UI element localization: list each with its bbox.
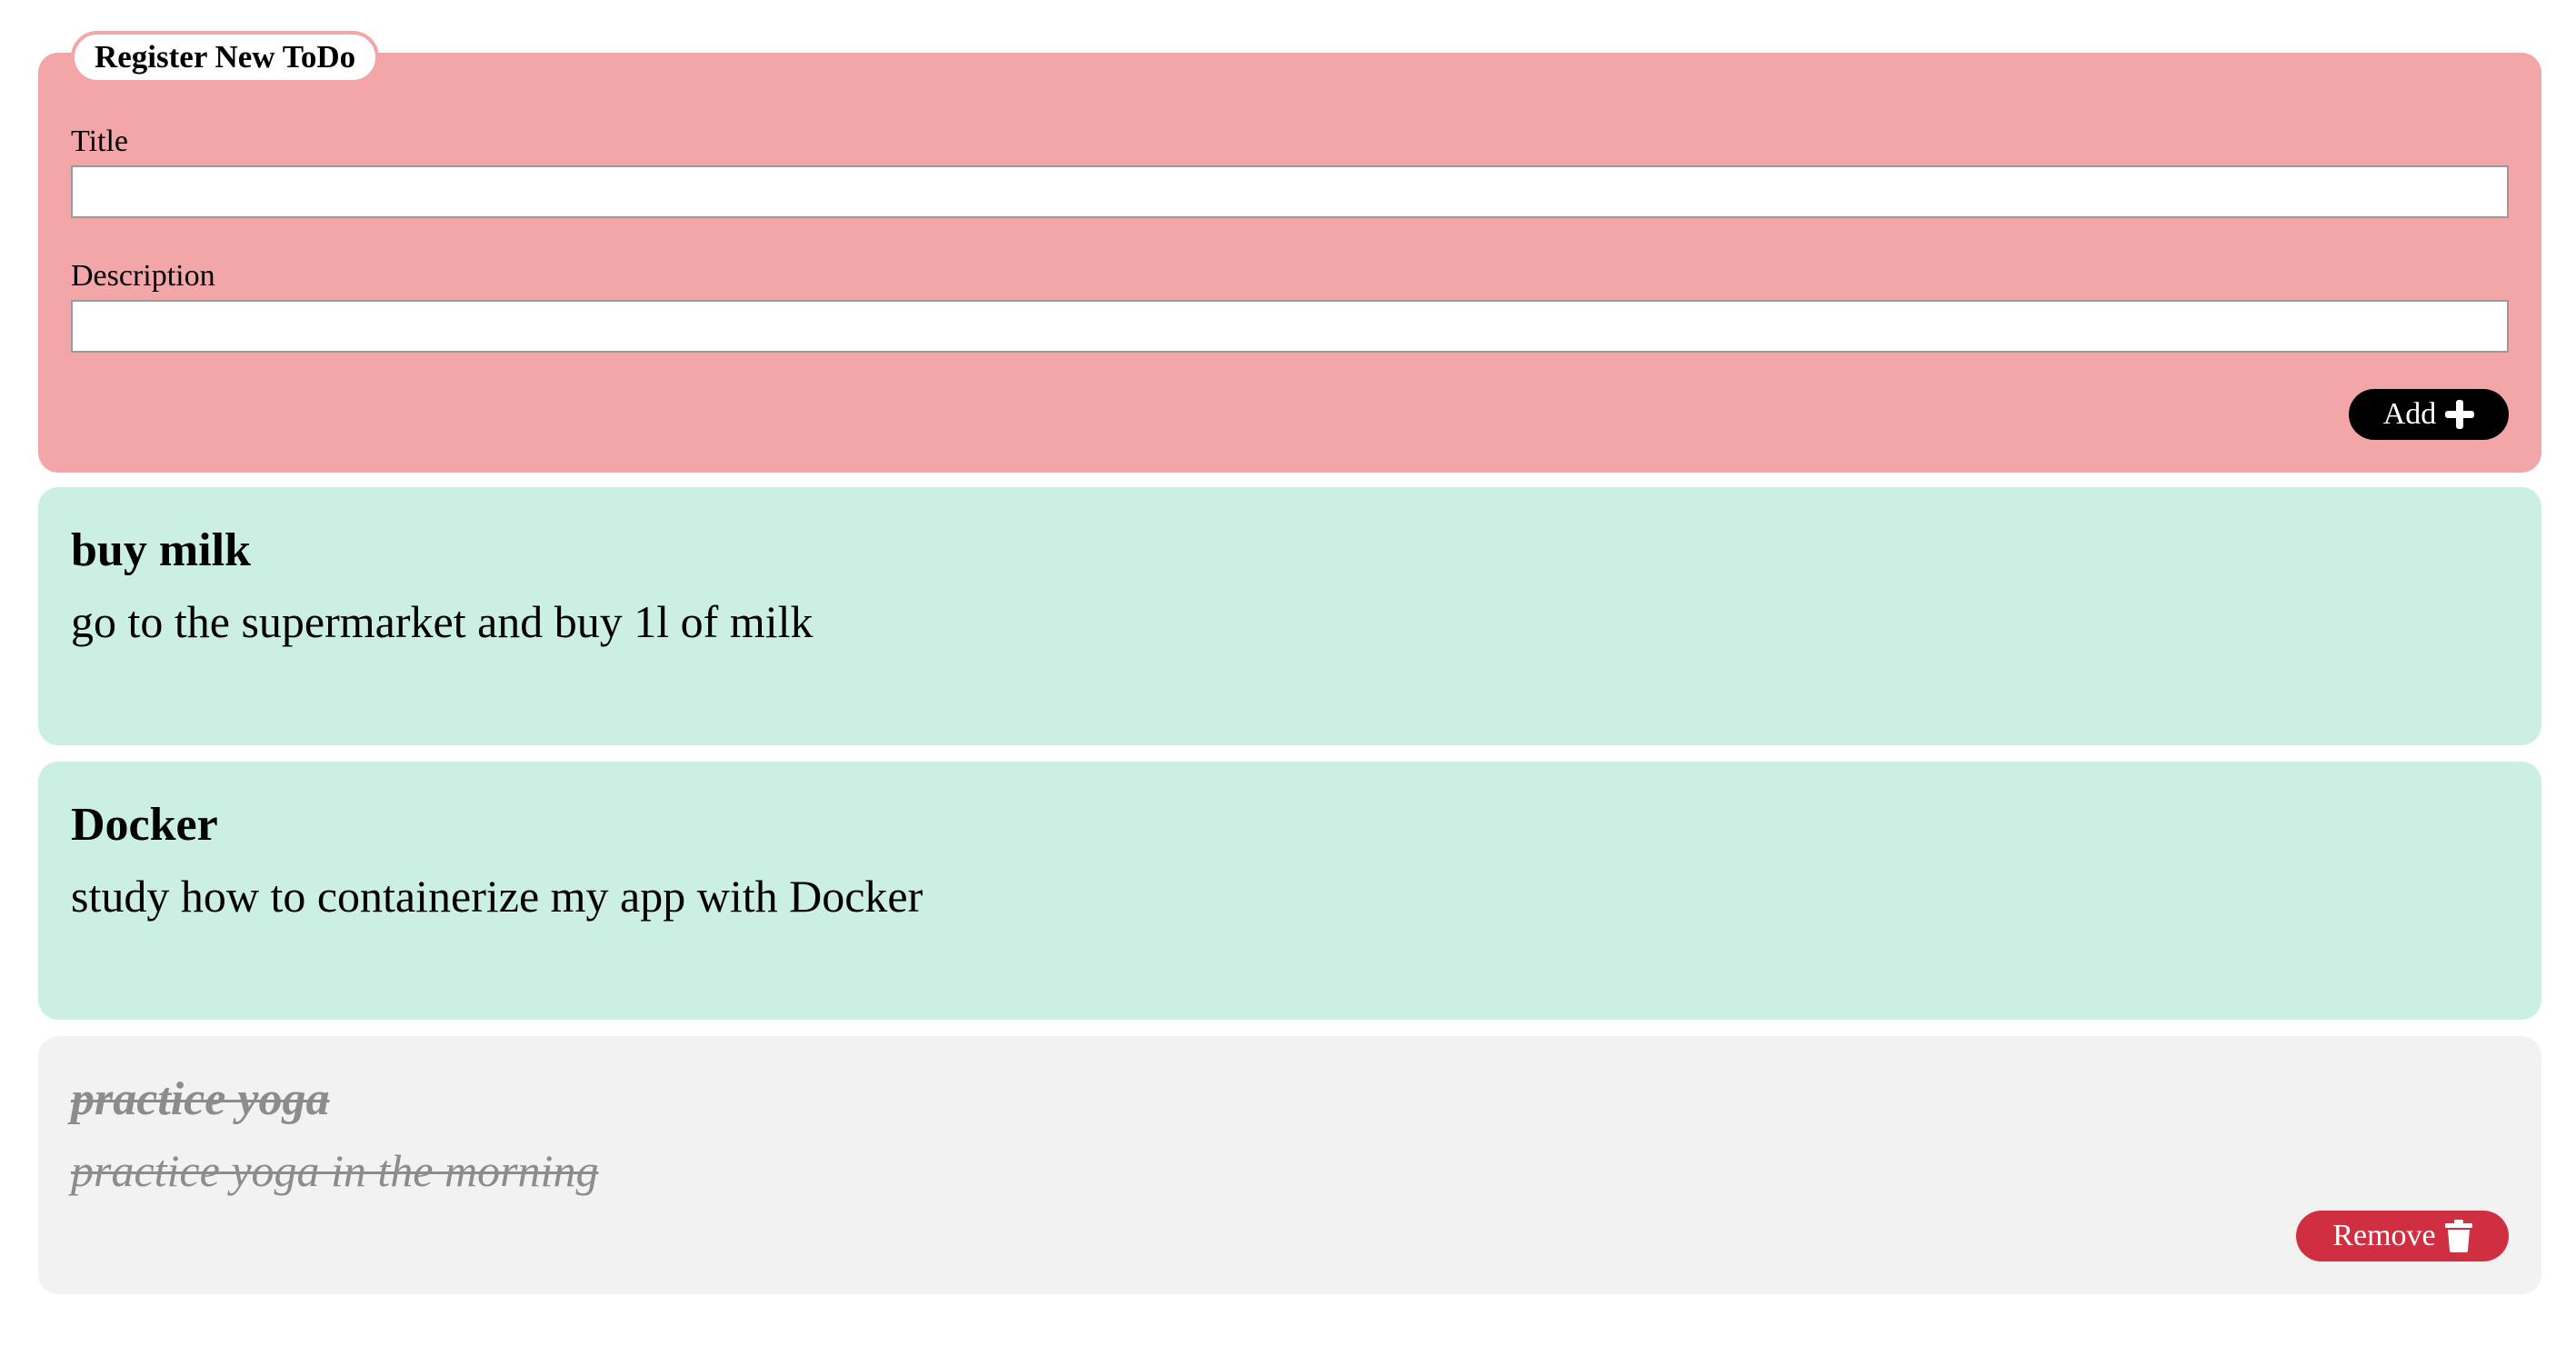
trash-icon	[2444, 1220, 2472, 1252]
title-label: Title	[71, 125, 129, 158]
todo-card: Docker study how to containerize my app …	[38, 762, 2541, 1020]
todo-description: practice yoga in the morning	[71, 1145, 599, 1196]
plus-icon	[2445, 400, 2475, 429]
todo-description: go to the supermarket and buy 1l of milk	[71, 596, 814, 647]
add-button[interactable]: Add	[2349, 389, 2509, 440]
register-legend: Register New ToDo	[71, 31, 380, 84]
description-input[interactable]	[71, 300, 2509, 353]
todo-app: Register New ToDo Title Description Add …	[0, 0, 2576, 1356]
remove-button-label: Remove	[2332, 1219, 2436, 1252]
todo-title: Docker	[71, 799, 218, 851]
description-label: Description	[71, 259, 215, 293]
todo-title: practice yoga	[71, 1073, 330, 1125]
todo-card-completed: practice yoga practice yoga in the morni…	[38, 1036, 2541, 1294]
todo-card: buy milk go to the supermarket and buy 1…	[38, 487, 2541, 745]
add-button-label: Add	[2382, 397, 2437, 431]
title-input[interactable]	[71, 165, 2509, 218]
register-form: Register New ToDo Title Description Add	[38, 31, 2541, 473]
todo-title: buy milk	[71, 524, 251, 576]
todo-description: study how to containerize my app with Do…	[71, 871, 924, 922]
remove-button[interactable]: Remove	[2296, 1211, 2509, 1261]
